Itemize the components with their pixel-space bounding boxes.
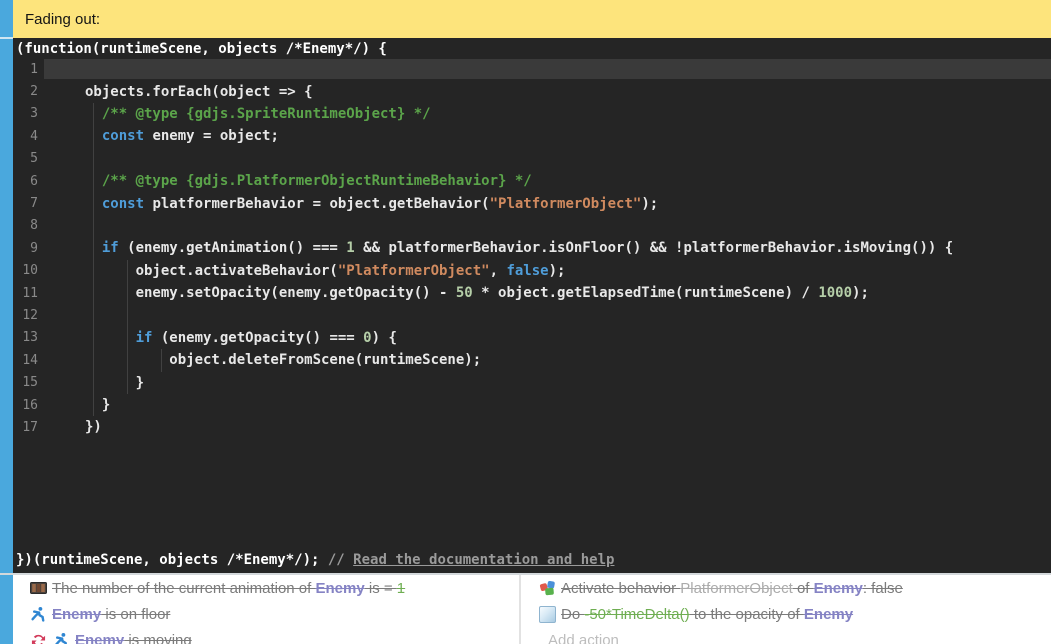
code-line-text: const platformerBehavior = object.getBeh… [44, 194, 1051, 214]
run-icon [29, 606, 47, 623]
event-separator [0, 37, 13, 39]
code-line-text: } [44, 373, 1051, 393]
code-line-10[interactable]: 10 object.activateBehavior("PlatformerOb… [13, 260, 1051, 282]
behavior-icon [538, 580, 556, 597]
code-line-16[interactable]: 16 } [13, 394, 1051, 416]
condition-is-on-floor[interactable]: Enemy is on floor [13, 601, 518, 627]
line-number: 4 [13, 129, 44, 144]
code-line-3[interactable]: 3 /** @type {gdjs.SpriteRuntimeObject} *… [13, 103, 1051, 125]
code-footer-code: })(runtimeScene, objects /*Enemy*/); [16, 552, 328, 568]
line-number: 3 [13, 106, 44, 121]
event-sentence: Enemy is on floor [52, 606, 170, 623]
code-line-text: objects.forEach(object => { [44, 82, 1051, 102]
line-number: 7 [13, 196, 44, 211]
event-left-margin [0, 0, 13, 644]
disabled-event-block: The number of the current animation of E… [13, 575, 1051, 644]
code-line-text [44, 59, 1051, 79]
event-sentence: Enemy is moving [75, 632, 192, 644]
documentation-link[interactable]: Read the documentation and help [353, 552, 614, 568]
code-line-text: const enemy = object; [44, 126, 1051, 146]
line-number: 2 [13, 84, 44, 99]
code-line-text: if (enemy.getAnimation() === 1 && platfo… [44, 238, 1051, 258]
code-line-6[interactable]: 6 /** @type {gdjs.PlatformerObjectRuntim… [13, 170, 1051, 192]
code-line-text [44, 216, 1051, 236]
line-number: 17 [13, 420, 44, 435]
conditions-actions-divider [519, 575, 521, 644]
line-number: 6 [13, 174, 44, 189]
code-line-13[interactable]: 13 if (enemy.getOpacity() === 0) { [13, 327, 1051, 349]
line-number: 14 [13, 353, 44, 368]
code-line-text: enemy.setOpacity(enemy.getOpacity() - 50… [44, 283, 1051, 303]
code-header-line: (function(runtimeScene, objects /*Enemy*… [13, 38, 1051, 57]
line-number: 12 [13, 308, 44, 323]
event-sentence: Do -50*TimeDelta() to the opacity of Ene… [561, 606, 853, 623]
add-action-button[interactable]: Add action [522, 627, 1051, 644]
line-number: 16 [13, 398, 44, 413]
code-line-5[interactable]: 5 [13, 148, 1051, 170]
line-number: 8 [13, 218, 44, 233]
code-line-text [44, 305, 1051, 325]
line-number: 1 [13, 62, 44, 77]
code-line-17[interactable]: 17}) [13, 416, 1051, 438]
line-number: 9 [13, 241, 44, 256]
conditions-column: The number of the current animation of E… [13, 575, 518, 644]
line-number: 15 [13, 375, 44, 390]
code-line-text: /** @type {gdjs.SpriteRuntimeObject} */ [44, 104, 1051, 124]
indent-guide [93, 103, 94, 417]
code-line-1[interactable]: 1 [13, 58, 1051, 80]
events-sheet: Fading out: (function(runtimeScene, obje… [0, 0, 1051, 644]
code-line-text [44, 149, 1051, 169]
run-icon [52, 632, 70, 644]
comment-block[interactable]: Fading out: [13, 0, 1051, 38]
actions-column: Activate behavior PlatformerObject of En… [522, 575, 1051, 644]
code-line-7[interactable]: 7 const platformerBehavior = object.getB… [13, 192, 1051, 214]
code-line-text: /** @type {gdjs.PlatformerObjectRuntimeB… [44, 171, 1051, 191]
code-line-12[interactable]: 12 [13, 304, 1051, 326]
code-line-text: if (enemy.getOpacity() === 0) { [44, 328, 1051, 348]
comment-text: Fading out: [25, 11, 100, 28]
line-number: 13 [13, 330, 44, 345]
code-line-text: object.activateBehavior("PlatformerObjec… [44, 261, 1051, 281]
line-number: 10 [13, 263, 44, 278]
code-line-9[interactable]: 9 if (enemy.getAnimation() === 1 && plat… [13, 237, 1051, 259]
code-line-2[interactable]: 2objects.forEach(object => { [13, 80, 1051, 102]
code-line-text: object.deleteFromScene(runtimeScene); [44, 350, 1051, 370]
action-activate-behavior[interactable]: Activate behavior PlatformerObject of En… [522, 575, 1051, 601]
indent-guide [127, 260, 128, 394]
code-line-text: } [44, 395, 1051, 415]
code-line-14[interactable]: 14 object.deleteFromScene(runtimeScene); [13, 349, 1051, 371]
line-number: 11 [13, 286, 44, 301]
invert-icon [29, 632, 47, 644]
code-line-4[interactable]: 4 const enemy = object; [13, 125, 1051, 147]
js-code-event-editor[interactable]: (function(runtimeScene, objects /*Enemy*… [13, 38, 1051, 573]
condition-animation-number[interactable]: The number of the current animation of E… [13, 575, 518, 601]
code-footer-line: })(runtimeScene, objects /*Enemy*/); // … [13, 549, 1051, 571]
line-number: 5 [13, 151, 44, 166]
code-footer-comment-prefix: // [328, 552, 353, 568]
event-sentence: The number of the current animation of E… [52, 580, 405, 597]
indent-guide [161, 349, 162, 371]
code-line-15[interactable]: 15 } [13, 371, 1051, 393]
code-lines[interactable]: 12objects.forEach(object => {3 /** @type… [13, 58, 1051, 439]
code-line-text: }) [44, 417, 1051, 437]
condition-is-moving-inverted[interactable]: Enemy is moving [13, 627, 518, 644]
animation-icon [29, 580, 47, 597]
opacity-icon [538, 606, 556, 623]
event-sentence: Activate behavior PlatformerObject of En… [561, 580, 903, 597]
code-line-8[interactable]: 8 [13, 215, 1051, 237]
code-line-11[interactable]: 11 enemy.setOpacity(enemy.getOpacity() -… [13, 282, 1051, 304]
action-change-opacity[interactable]: Do -50*TimeDelta() to the opacity of Ene… [522, 601, 1051, 627]
